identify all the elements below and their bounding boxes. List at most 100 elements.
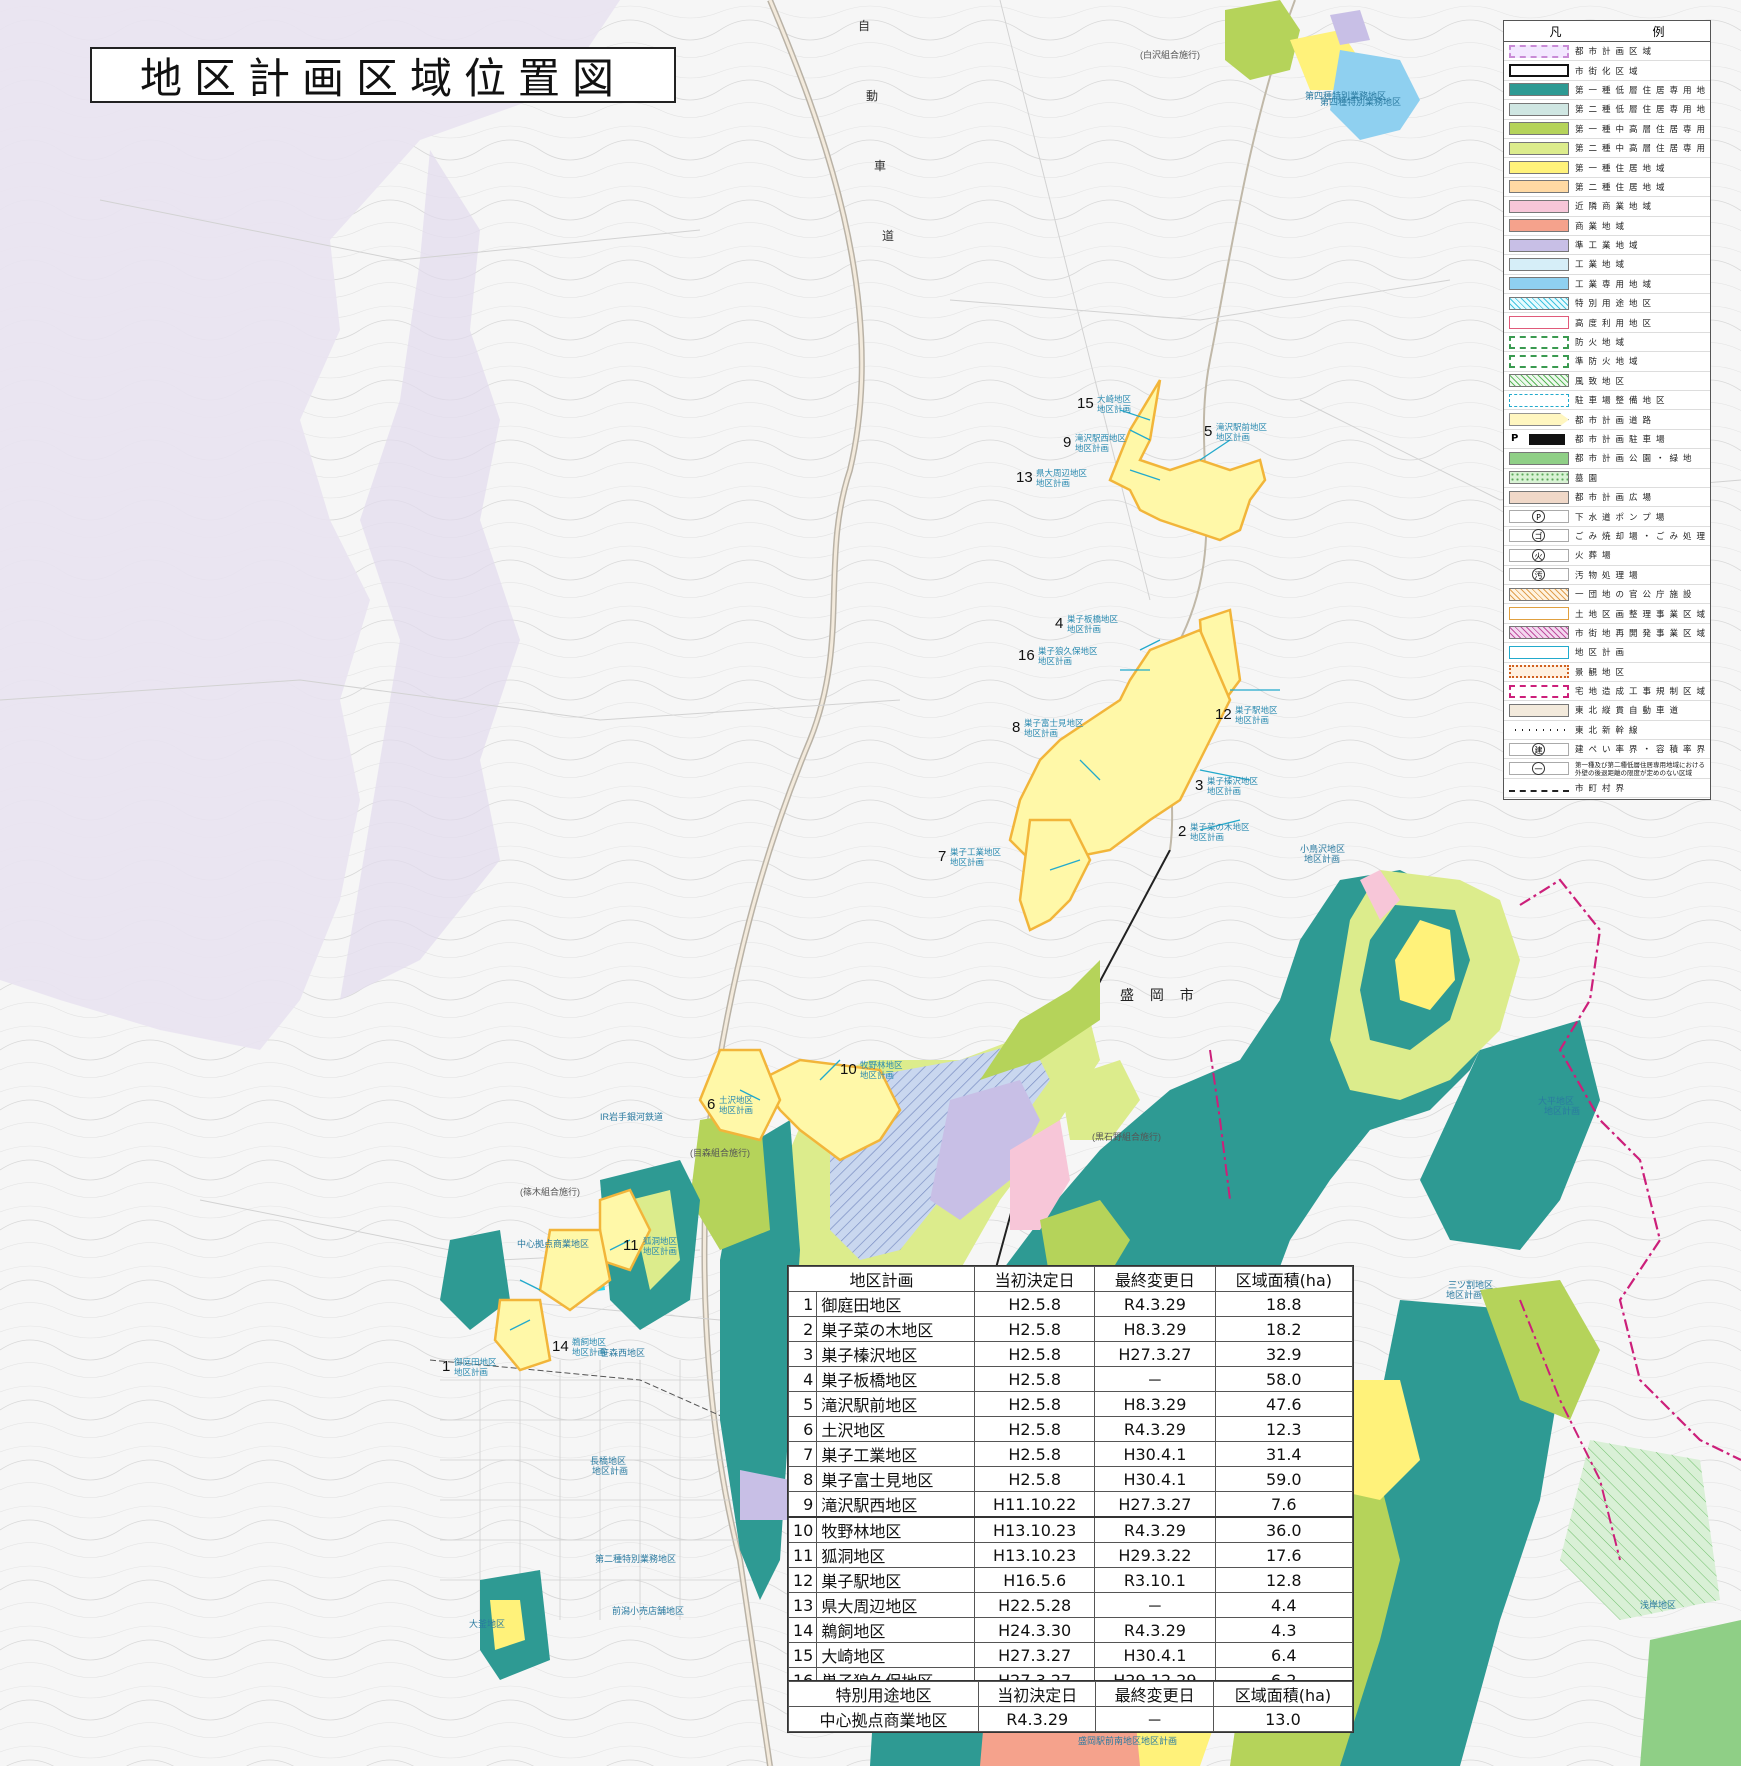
- map-place-label: (白沢組合施行): [1140, 49, 1200, 60]
- row-district-name: 中心拠点商業地区: [788, 1706, 979, 1732]
- district-number: 14: [552, 1338, 569, 1355]
- legend-item: 東北縦貫自動車道: [1504, 701, 1710, 721]
- legend-item: 一団地の官公庁施設: [1504, 585, 1710, 605]
- legend-swatch: [1509, 790, 1569, 793]
- table-row: 14 鵜飼地区 H24.3.30 R4.3.29 4.3: [787, 1617, 1354, 1643]
- legend-swatch: [1509, 83, 1569, 97]
- col-header-initial: 当初決定日: [977, 1681, 1097, 1707]
- district-callout-text: 地区計画: [454, 1367, 488, 1377]
- row-area: 18.2: [1214, 1316, 1354, 1342]
- row-area: 32.9: [1214, 1341, 1354, 1367]
- map-place-label: 前潟小売店舗地区: [612, 1605, 684, 1616]
- row-district-name: 御庭田地区: [816, 1291, 976, 1317]
- legend-item: 墓園: [1504, 469, 1710, 488]
- legend-label: 工業地域: [1575, 260, 1630, 271]
- district-callout-text: 地区計画: [719, 1105, 753, 1115]
- facility-circle-icon: 建: [1532, 742, 1545, 756]
- legend-item: 都市計画広場: [1504, 488, 1710, 508]
- legend-item: 第一種中高層住居専用地域: [1504, 120, 1710, 139]
- legend-label: 第一種低層住居専用地域: [1575, 85, 1710, 96]
- map-place-label: 地区計画: [1544, 1105, 1580, 1116]
- legend-item: 高度利用地区: [1504, 313, 1710, 333]
- row-number: 3: [787, 1341, 818, 1367]
- legend-item: 駐車場整備地区: [1504, 391, 1710, 411]
- legend-item: 準工業地域: [1504, 236, 1710, 256]
- col-header-name: 地区計画: [787, 1266, 976, 1292]
- row-area: 18.8: [1214, 1291, 1354, 1317]
- legend-swatch: [1509, 64, 1569, 78]
- district-number: 9: [1063, 434, 1071, 451]
- district-callout-text: 滝沢駅前地区: [1216, 422, 1268, 432]
- legend-label: 都市計画公園・緑地: [1575, 454, 1697, 465]
- row-area: 47.6: [1214, 1391, 1354, 1417]
- expressway-label-char: 車: [874, 159, 886, 173]
- row-district-name: 巣子榛沢地区: [816, 1341, 976, 1367]
- legend-item: 東北新幹線: [1504, 721, 1710, 741]
- legend-label: 地区計画: [1575, 648, 1630, 659]
- district-number: 16: [1018, 647, 1035, 664]
- col-header-last: 最終変更日: [1095, 1681, 1214, 1707]
- legend-label: 駐車場整備地区: [1575, 396, 1670, 407]
- legend-swatch: P: [1509, 432, 1569, 446]
- special-use-table: 特別用途地区 当初決定日 最終変更日 区域面積(ha) 中心拠点商業地区 R4.3…: [787, 1680, 1354, 1733]
- legend-label: 近隣商業地域: [1575, 202, 1657, 213]
- district-number: 5: [1204, 423, 1212, 440]
- row-area: 31.4: [1214, 1441, 1354, 1467]
- row-district-name: 巣子板橋地区: [816, 1366, 976, 1392]
- district-callout[interactable]: 14 鵜飼地区地区計画: [552, 1337, 607, 1357]
- district-callout[interactable]: 12 巣子駅地区地区計画: [1215, 705, 1278, 725]
- legend-label: 特別用途地区: [1575, 299, 1657, 310]
- district-callout[interactable]: 15 大崎地区地区計画: [1077, 394, 1132, 414]
- row-last-date: H30.4.1: [1094, 1441, 1216, 1467]
- legend-item: 近隣商業地域: [1504, 197, 1710, 217]
- facility-circle-icon: ゴ: [1532, 529, 1545, 543]
- legend-item: 商業地域: [1504, 217, 1710, 236]
- row-number: 2: [787, 1316, 818, 1342]
- legend-label: 工業専用地域: [1575, 279, 1657, 290]
- facility-circle-icon: 火: [1532, 548, 1545, 562]
- legend-swatch: [1509, 277, 1569, 291]
- facility-circle-icon: 汚: [1532, 568, 1545, 582]
- parking-block: [1529, 433, 1565, 445]
- legend-label: 建ぺい率界・容積率界: [1575, 745, 1710, 756]
- row-district-name: 滝沢駅西地区: [816, 1491, 976, 1518]
- page-title: 地区計画区域位置図: [90, 47, 676, 103]
- row-area: 4.3: [1214, 1617, 1354, 1643]
- district-plan-table: 地区計画 当初決定日 最終変更日 区域面積(ha) 1 御庭田地区 H2.5.8 R4…: [787, 1265, 1354, 1694]
- table-header-row: 地区計画 当初決定日 最終変更日 区域面積(ha): [787, 1266, 1354, 1292]
- table-row: 11 狐洞地区 H13.10.23 H29.3.22 17.6: [787, 1542, 1354, 1568]
- district-callout-text: 地区計画: [860, 1070, 894, 1080]
- row-area: 12.3: [1214, 1416, 1354, 1442]
- row-last-date: H8.3.29: [1094, 1391, 1216, 1417]
- row-district-name: 巣子工業地区: [816, 1441, 976, 1467]
- district-callout[interactable]: 6 土沢地区地区計画: [707, 1095, 754, 1115]
- legend-swatch: [1509, 238, 1569, 252]
- row-area: 13.0: [1212, 1706, 1354, 1732]
- legend-item: 景観地区: [1504, 663, 1710, 682]
- legend-swatch: [1509, 607, 1569, 621]
- legend-item: 防火地域: [1504, 333, 1710, 353]
- expressway-label-char: 動: [866, 89, 878, 103]
- legend-item: 準防火地域: [1504, 352, 1710, 372]
- col-header-area: 区域面積(ha): [1214, 1266, 1354, 1292]
- district-callout[interactable]: 11 狐洞地区地区計画: [623, 1236, 678, 1256]
- legend-label: 火葬場: [1575, 551, 1616, 562]
- row-district-name: 土沢地区: [816, 1416, 976, 1442]
- legend-item: 市街地再開発事業区域: [1504, 624, 1710, 644]
- district-callout[interactable]: 10 牧野林地区地区計画: [840, 1060, 903, 1080]
- legend-label: 第二種住居地域: [1575, 182, 1670, 193]
- legend-item: 土地区画整理事業区域: [1504, 604, 1710, 624]
- row-number: 14: [787, 1617, 818, 1643]
- district-callout-text: 鵜飼地区: [572, 1337, 607, 1347]
- row-last-date: H29.3.22: [1094, 1542, 1216, 1568]
- table-row: 7 巣子工業地区 H2.5.8 H30.4.1 31.4: [787, 1441, 1354, 1467]
- district-callout-text: 地区計画: [1190, 832, 1224, 842]
- row-number: 6: [787, 1416, 818, 1442]
- legend-item: 都市計画区域: [1504, 42, 1710, 62]
- row-last-date: R3.10.1: [1094, 1567, 1216, 1593]
- row-initial-date: R4.3.29: [977, 1706, 1097, 1732]
- legend-item: 都市計画公園・緑地: [1504, 449, 1710, 469]
- legend-label: 準防火地域: [1575, 357, 1643, 368]
- map-legend: 凡 例 都市計画区域 市街化区域 第一種低層住居専用地域 第二種低層住居専用地域 第一種…: [1503, 20, 1711, 800]
- district-number: 10: [840, 1061, 857, 1078]
